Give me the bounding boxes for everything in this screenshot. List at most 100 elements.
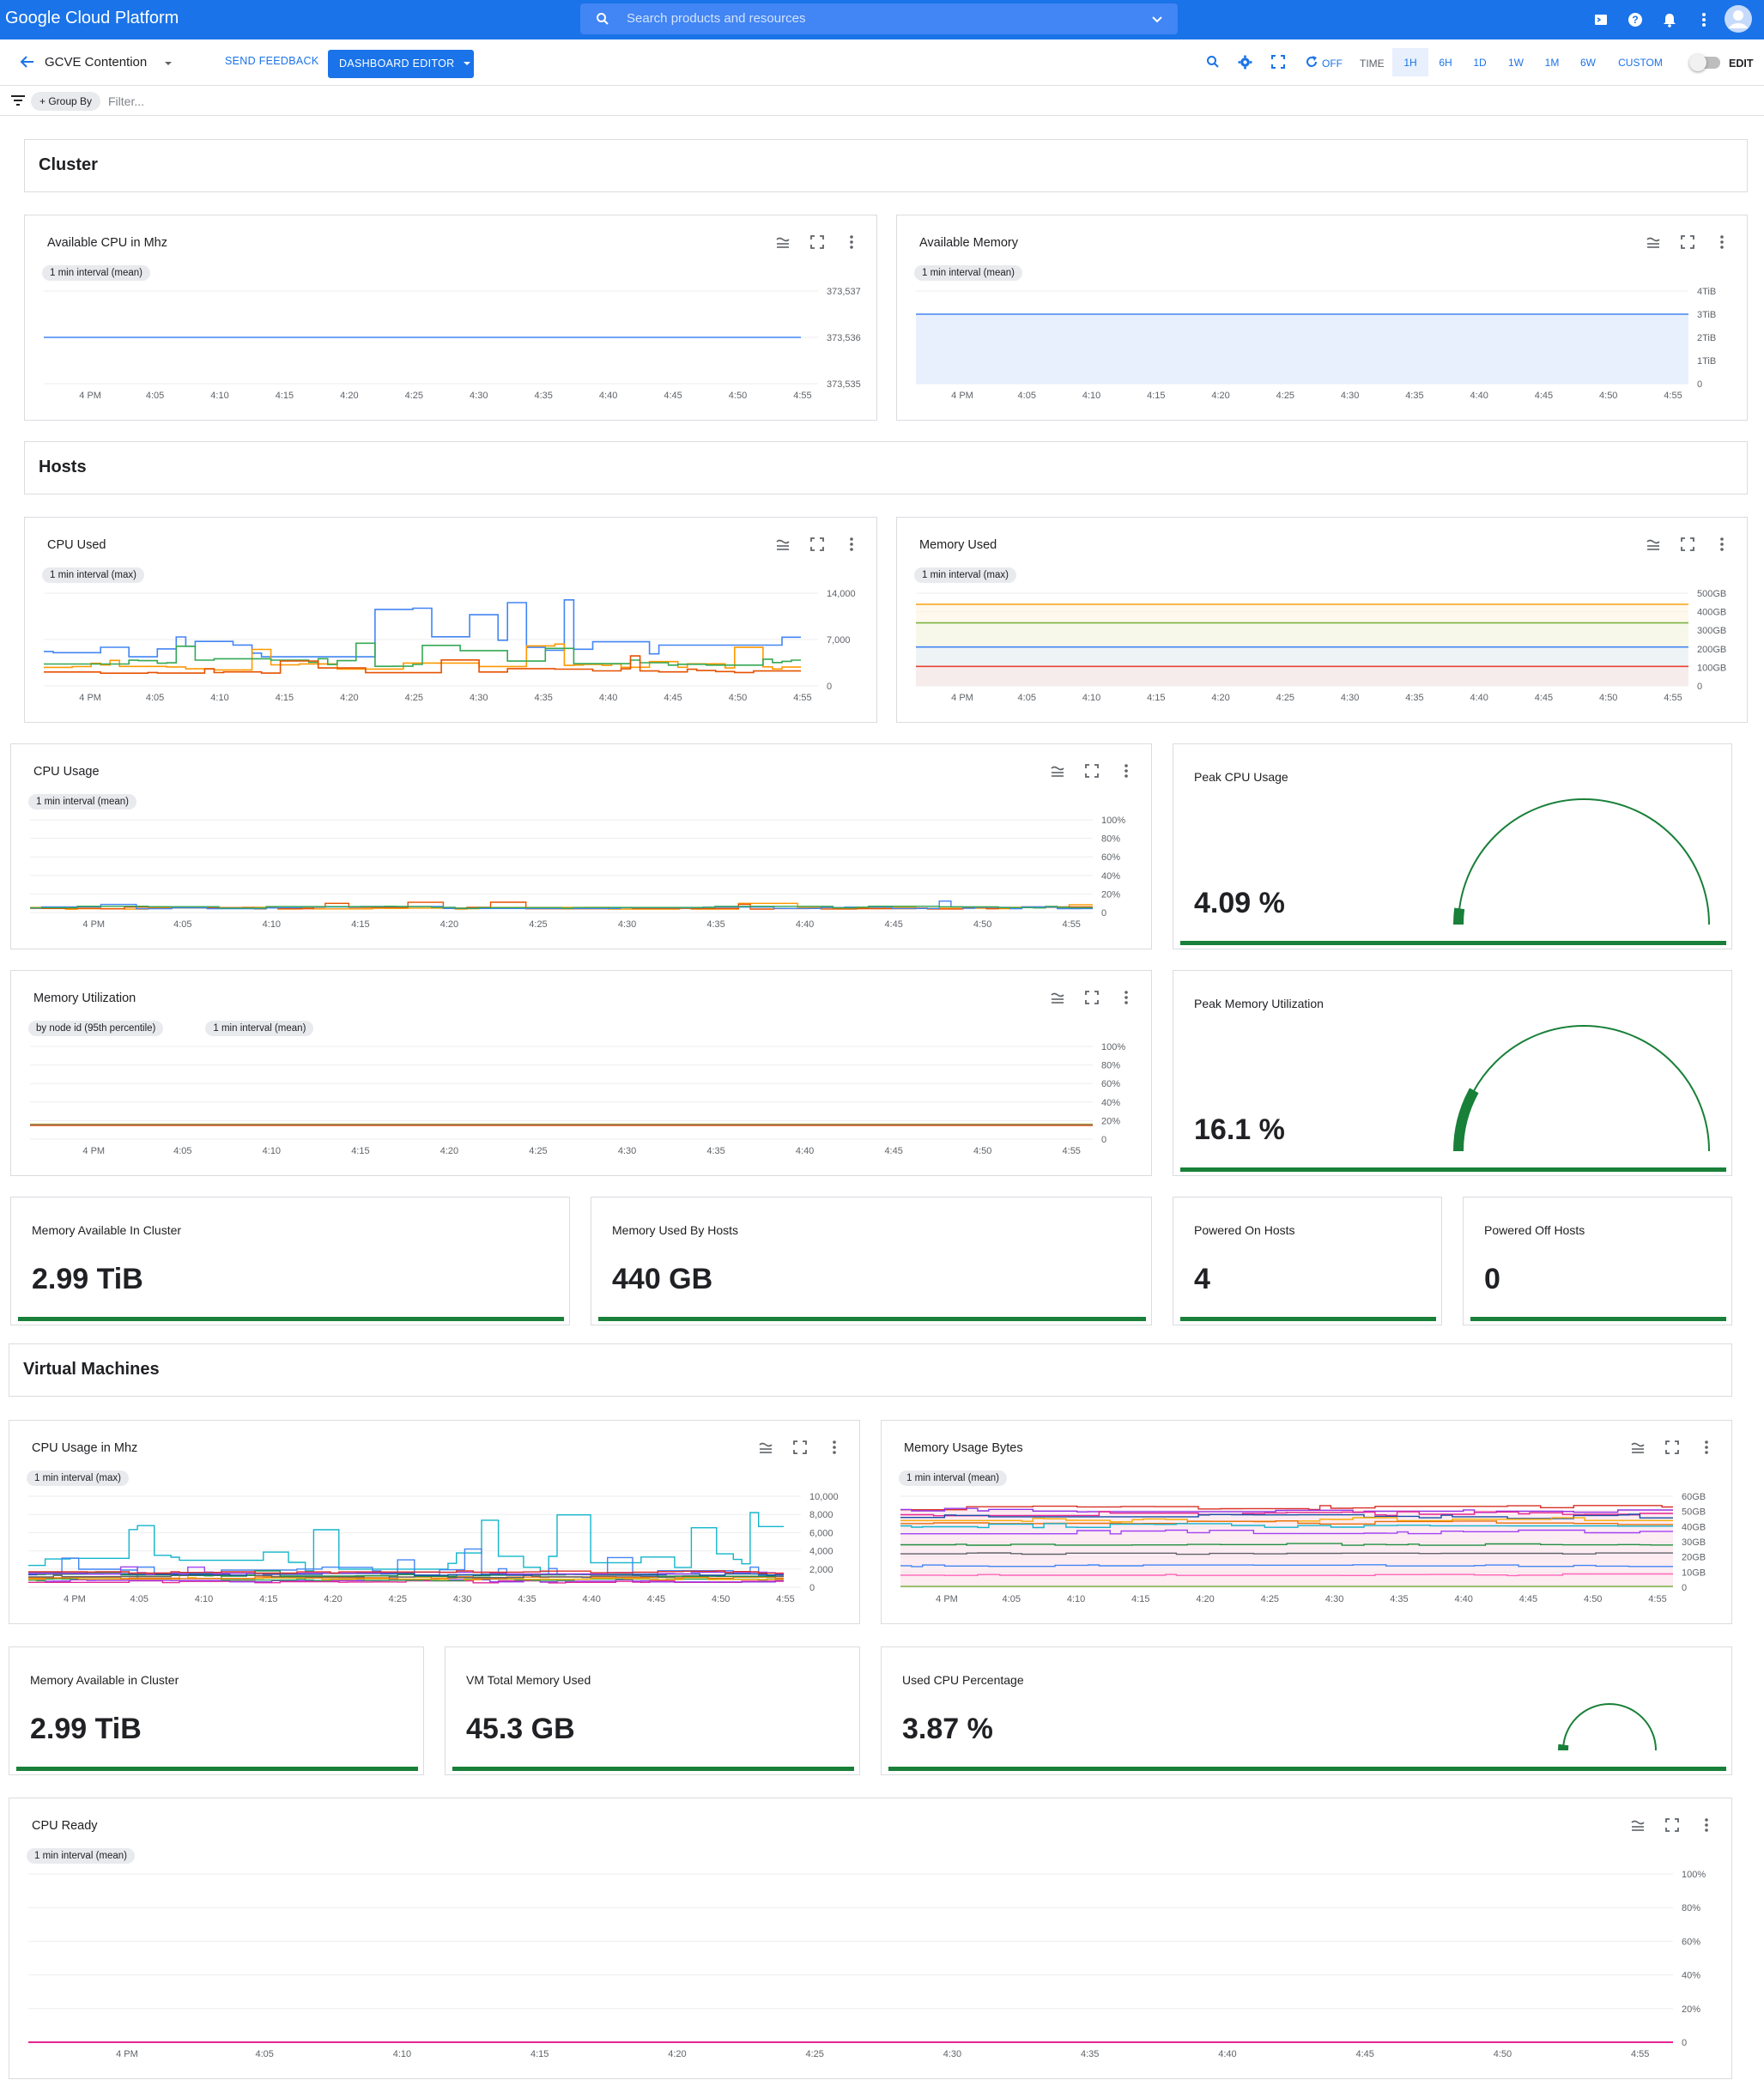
x-tick-label: 4 PM	[936, 1594, 958, 1604]
y-tick-label: 8,000	[809, 1510, 834, 1520]
x-tick-label: 4:35	[1405, 693, 1423, 703]
x-tick-label: 4:25	[1276, 693, 1294, 703]
y-tick-label: 200GB	[1697, 645, 1726, 655]
cpu-ready-chart: CPU Ready1 min interval (mean)100%80%60%…	[9, 1798, 1732, 2079]
x-tick-label: 4:45	[1535, 693, 1553, 703]
y-tick-label: 60%	[1101, 1079, 1120, 1089]
x-tick-label: 4:50	[729, 693, 747, 703]
notifications-icon[interactable]	[1661, 11, 1678, 28]
y-tick-label: 0	[1697, 379, 1702, 390]
chart-plot[interactable]: 373,537373,536373,5354 PM4:054:104:154:2…	[25, 215, 878, 421]
help-icon[interactable]: ?	[1627, 11, 1644, 28]
chart-plot[interactable]: 14,0007,00004 PM4:054:104:154:204:254:30…	[25, 518, 878, 724]
chart-plot[interactable]: 100%80%60%40%20%04 PM4:054:104:154:204:2…	[11, 744, 1153, 950]
avatar[interactable]	[1724, 4, 1753, 33]
group-by-label: Group By	[48, 95, 92, 107]
group-by-chip[interactable]: + Group By	[31, 92, 100, 111]
y-tick-label: 10,000	[809, 1492, 839, 1502]
x-tick-label: 4:40	[796, 919, 814, 930]
time-range-1h[interactable]: 1H	[1392, 48, 1428, 76]
vm-cpu-usage-chart: CPU Usage in Mhz1 min interval (max)10,0…	[9, 1420, 860, 1624]
x-tick-label: 4:30	[618, 919, 636, 930]
x-tick-label: 4:10	[1082, 391, 1100, 401]
y-tick-label: 0	[827, 682, 832, 692]
time-range-1d[interactable]: 1D	[1463, 48, 1497, 76]
filter-input[interactable]: Filter...	[108, 94, 144, 108]
y-tick-label: 80%	[1101, 834, 1120, 845]
y-tick-label: 2,000	[809, 1565, 834, 1575]
x-tick-label: 4:25	[529, 1146, 547, 1156]
x-tick-label: 4:15	[1131, 1594, 1149, 1604]
x-tick-label: 4:15	[1147, 693, 1165, 703]
search-input[interactable]: Search products and resources	[627, 11, 805, 26]
fullscreen-icon[interactable]	[1271, 55, 1285, 69]
x-tick-label: 4:55	[1631, 2049, 1649, 2059]
send-feedback-button[interactable]: SEND FEEDBACK	[225, 55, 318, 67]
x-tick-label: 4:20	[1211, 391, 1229, 401]
x-tick-label: 4:05	[255, 2049, 273, 2059]
dashboard-editor-button[interactable]: DASHBOARD EDITOR	[328, 50, 474, 78]
x-tick-label: 4:15	[530, 2049, 549, 2059]
y-tick-label: 20%	[1101, 1116, 1120, 1126]
x-tick-label: 4:20	[668, 2049, 686, 2059]
filter-icon[interactable]	[10, 94, 26, 106]
chart-plot[interactable]: 4TiB3TiB2TiB1TiB04 PM4:054:104:154:204:2…	[897, 215, 1749, 421]
gauge-arc	[1173, 971, 1733, 1177]
y-tick-label: 80%	[1682, 1903, 1700, 1913]
chart-plot[interactable]: 500GB400GB300GB200GB100GB04 PM4:054:104:…	[897, 518, 1749, 724]
chart-plot[interactable]: 100%80%60%40%20%04 PM4:054:104:154:204:2…	[9, 1798, 1733, 2080]
auto-refresh-state[interactable]: OFF	[1322, 58, 1343, 70]
settings-gear-icon[interactable]	[1238, 55, 1252, 70]
edit-toggle[interactable]	[1691, 57, 1720, 69]
brand-logo[interactable]: Google Cloud Platform	[5, 9, 179, 28]
x-tick-label: 4:50	[973, 919, 991, 930]
y-tick-label: 373,536	[827, 333, 861, 343]
y-tick-label: 6,000	[809, 1528, 834, 1538]
y-tick-label: 3TiB	[1697, 310, 1716, 320]
more-vert-icon[interactable]	[1695, 11, 1712, 28]
cloud-shell-icon[interactable]	[1592, 11, 1609, 28]
x-tick-label: 4:05	[173, 919, 191, 930]
chart-plot[interactable]: 60GB50GB40GB30GB20GB10GB04 PM4:054:104:1…	[882, 1421, 1733, 1625]
scorecard-value: 2.99 TiB	[32, 1263, 143, 1296]
scorecard-value: 45.3 GB	[466, 1713, 575, 1746]
x-tick-label: 4:45	[1355, 2049, 1373, 2059]
chevron-down-icon[interactable]	[1150, 12, 1164, 26]
x-tick-label: 4:05	[1003, 1594, 1021, 1604]
x-tick-label: 4:25	[805, 2049, 823, 2059]
time-range-custom[interactable]: CUSTOM	[1610, 48, 1670, 76]
x-tick-label: 4:05	[1018, 693, 1036, 703]
y-tick-label: 500GB	[1697, 589, 1726, 599]
search-icon[interactable]	[1206, 55, 1220, 69]
chart-plot[interactable]: 100%80%60%40%20%04 PM4:054:104:154:204:2…	[11, 971, 1153, 1177]
x-tick-label: 4:05	[146, 391, 164, 401]
dashboard-title[interactable]: GCVE Contention	[45, 55, 147, 70]
x-tick-label: 4:55	[776, 1594, 794, 1604]
x-tick-label: 4:35	[1390, 1594, 1408, 1604]
y-tick-label: 50GB	[1682, 1507, 1706, 1518]
vm-memory-usage-chart: Memory Usage Bytes1 min interval (mean)6…	[881, 1420, 1732, 1624]
search-bar[interactable]: Search products and resources	[580, 3, 1178, 34]
x-tick-label: 4:30	[470, 693, 488, 703]
x-tick-label: 4:50	[973, 1146, 991, 1156]
back-arrow-icon[interactable]	[19, 53, 36, 70]
section-hosts: Hosts	[24, 441, 1748, 494]
time-range-6h[interactable]: 6H	[1428, 48, 1463, 76]
chart-plot[interactable]: 10,0008,0006,0004,0002,00004 PM4:054:104…	[9, 1421, 861, 1625]
auto-refresh-icon[interactable]	[1305, 55, 1318, 69]
x-tick-label: 4:10	[1082, 693, 1100, 703]
caret-down-icon[interactable]	[163, 60, 173, 67]
vm-memory-available-scorecard: Memory Available in Cluster2.99 TiB	[9, 1646, 424, 1775]
time-range-1m[interactable]: 1M	[1535, 48, 1569, 76]
x-tick-label: 4:45	[884, 919, 902, 930]
x-tick-label: 4:15	[276, 391, 294, 401]
x-tick-label: 4:25	[1276, 391, 1294, 401]
time-range-6w[interactable]: 6W	[1571, 48, 1605, 76]
x-tick-label: 4:50	[712, 1594, 730, 1604]
y-tick-label: 0	[1697, 682, 1702, 692]
x-tick-label: 4:10	[195, 1594, 213, 1604]
x-tick-label: 4 PM	[79, 693, 101, 703]
x-tick-label: 4:35	[706, 1146, 724, 1156]
time-range-1w[interactable]: 1W	[1499, 48, 1533, 76]
x-tick-label: 4:25	[405, 391, 423, 401]
